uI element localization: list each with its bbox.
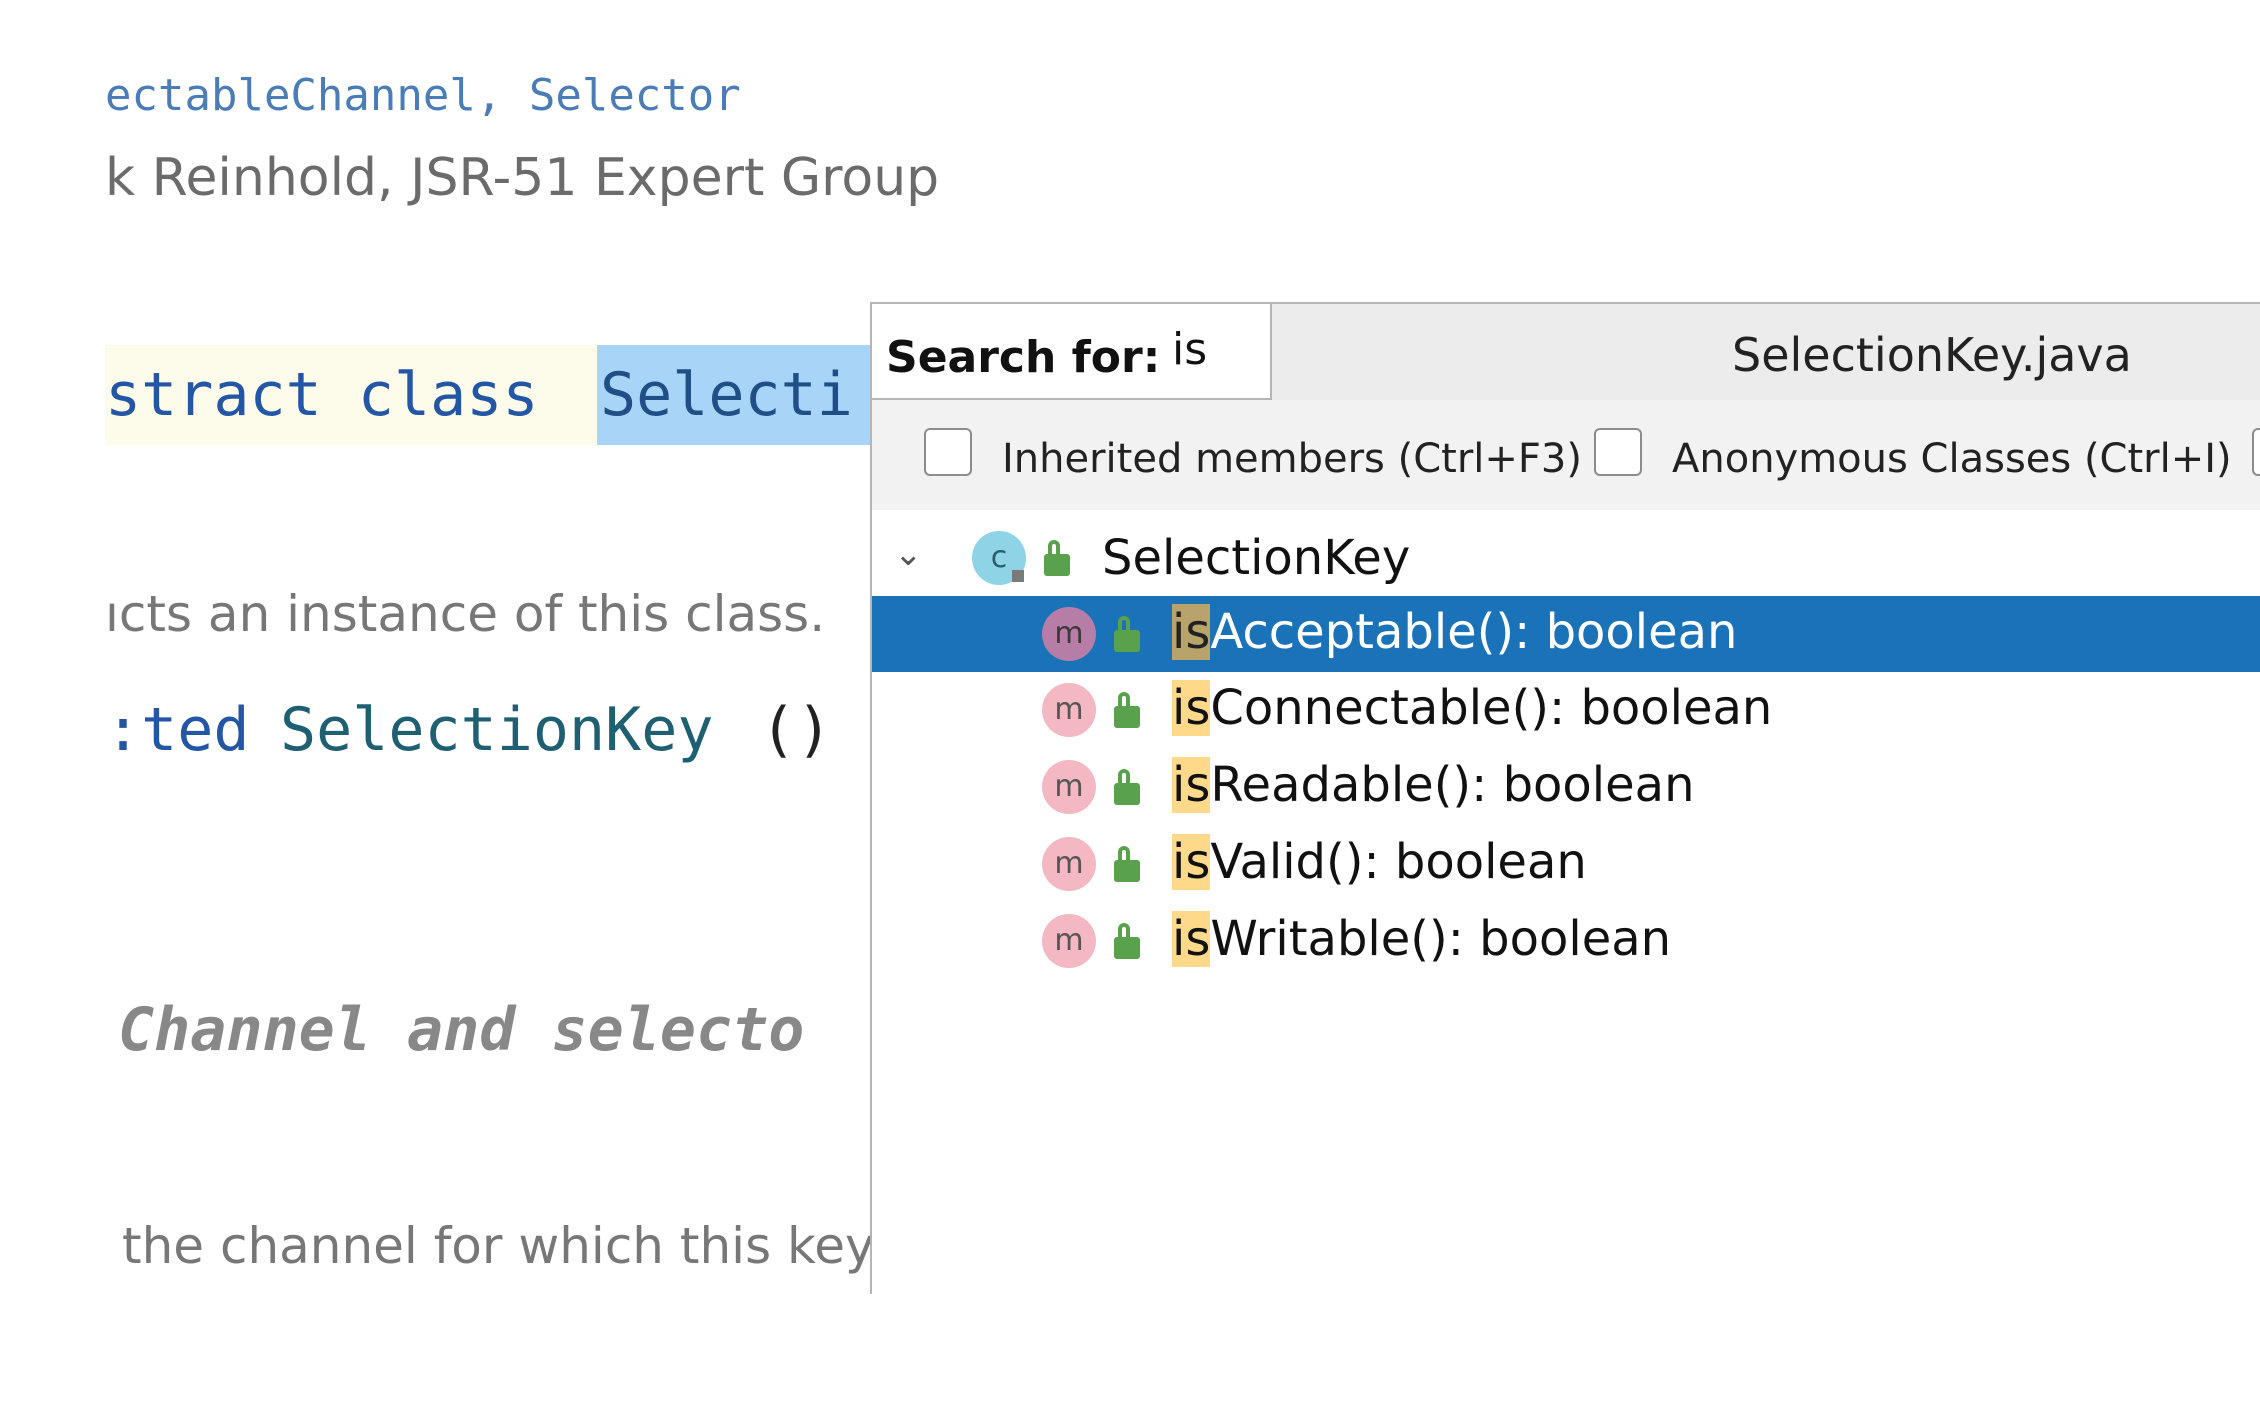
tree-member-row[interactable]: m isValid(): boolean	[872, 826, 2260, 902]
public-lock-icon	[1044, 540, 1070, 576]
match-highlight: is	[1172, 834, 1211, 890]
method-icon: m	[1042, 760, 1096, 814]
member-signature: Connectable(): boolean	[1210, 680, 1773, 736]
member-label: isWritable(): boolean	[1172, 911, 1671, 967]
constructor-paren: ()	[760, 695, 833, 765]
implements-line: ectableChannel, Selector	[105, 70, 741, 121]
member-signature: Acceptable(): boolean	[1210, 604, 1738, 660]
channel-doc: the channel for which this key w	[122, 1217, 932, 1275]
tree-member-row[interactable]: m isWritable(): boolean	[872, 903, 2260, 979]
abstract-marker-icon	[1012, 570, 1024, 582]
match-highlight: is	[1172, 604, 1211, 660]
match-highlight: is	[1172, 911, 1211, 967]
method-icon: m	[1042, 683, 1096, 737]
public-lock-icon	[1114, 923, 1140, 959]
member-label: isReadable(): boolean	[1172, 757, 1695, 813]
chevron-down-icon[interactable]: ⌄	[894, 534, 923, 574]
popup-header: Search for: is SelectionKey.java	[872, 304, 2260, 400]
channel-heading: Channel and selecto	[118, 995, 805, 1065]
anonymous-classes-label[interactable]: Anonymous Classes (Ctrl+I)	[1672, 436, 2232, 482]
class-name-fragment: Selecti	[600, 360, 853, 430]
method-icon: m	[1042, 914, 1096, 968]
file-title: SelectionKey.java	[1732, 328, 2132, 382]
tree-member-row[interactable]: m isConnectable(): boolean	[872, 672, 2260, 748]
method-icon: m	[1042, 607, 1096, 661]
search-input[interactable]: is	[1172, 324, 1207, 375]
inherited-members-checkbox[interactable]	[924, 428, 972, 476]
constructor-keyword: :ted	[105, 695, 250, 765]
public-lock-icon	[1114, 616, 1140, 652]
member-label: isConnectable(): boolean	[1172, 680, 1772, 736]
member-label: isAcceptable(): boolean	[1172, 604, 1737, 660]
inherited-members-label[interactable]: Inherited members (Ctrl+F3)	[1002, 436, 1582, 482]
constructor-name: SelectionKey	[280, 695, 714, 765]
member-signature: Readable(): boolean	[1210, 757, 1695, 813]
tree-member-row[interactable]: m isReadable(): boolean	[872, 749, 2260, 825]
public-lock-icon	[1114, 769, 1140, 805]
constructor-doc: ıcts an instance of this class.	[105, 585, 826, 643]
method-icon: m	[1042, 837, 1096, 891]
member-signature: Writable(): boolean	[1210, 911, 1672, 967]
search-label: Search for:	[886, 332, 1161, 383]
search-box[interactable]: Search for: is	[872, 304, 1272, 400]
match-highlight: is	[1172, 757, 1211, 813]
tree-class-node[interactable]: ⌄ c SelectionKey	[872, 520, 2260, 596]
member-label: isValid(): boolean	[1172, 834, 1587, 890]
public-lock-icon	[1114, 692, 1140, 728]
file-structure-popup: Search for: is SelectionKey.java Inherit…	[870, 302, 2260, 1294]
extra-option-checkbox[interactable]	[2252, 428, 2260, 476]
tree-member-row[interactable]: m isAcceptable(): boolean	[872, 596, 2260, 672]
class-keywords: stract class	[105, 360, 539, 430]
public-lock-icon	[1114, 846, 1140, 882]
member-signature: Valid(): boolean	[1210, 834, 1587, 890]
author-line: k Reinhold, JSR-51 Expert Group	[105, 148, 940, 208]
anonymous-classes-checkbox[interactable]	[1594, 428, 1642, 476]
match-highlight: is	[1172, 680, 1211, 736]
class-node-label: SelectionKey	[1102, 530, 1411, 586]
